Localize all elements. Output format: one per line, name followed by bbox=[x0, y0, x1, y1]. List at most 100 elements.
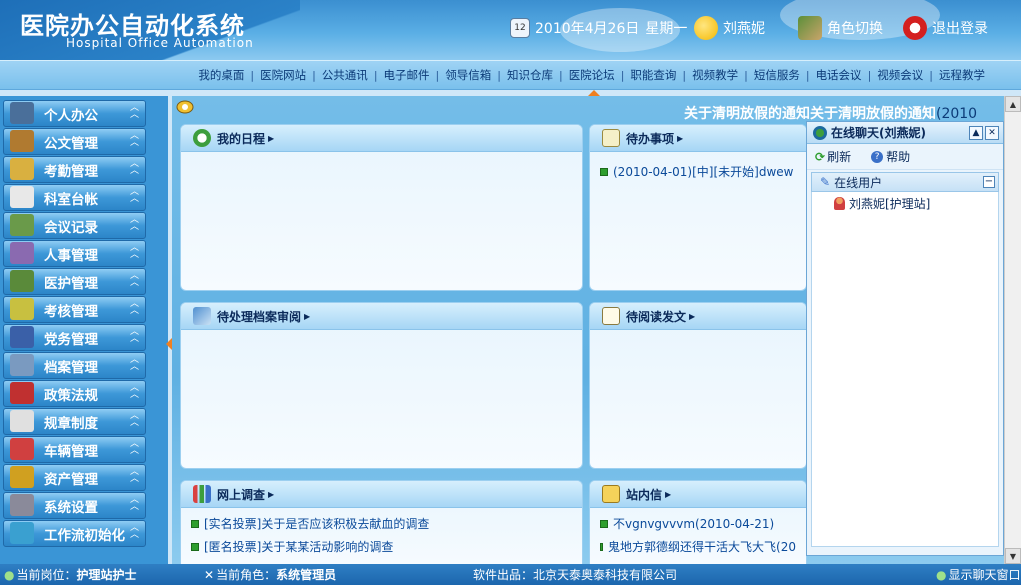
chevron-icon: ︿ ︿ bbox=[129, 439, 139, 456]
page-scrollbar[interactable]: ▲ ▼ bbox=[1004, 96, 1021, 564]
pen-icon: ✎ bbox=[820, 175, 831, 189]
docs-panel-header[interactable]: 待阅读发文 ▶ bbox=[590, 303, 806, 330]
weekday-text: 星期一 bbox=[645, 21, 688, 37]
sidebar-item[interactable]: 医护管理 ︿ ︿ bbox=[3, 268, 146, 295]
nav-link[interactable]: 电话会议 bbox=[816, 67, 862, 83]
sidebar-item[interactable]: 科室台帐 ︿ ︿ bbox=[3, 184, 146, 211]
sidebar-item[interactable]: 个人办公 ︿ ︿ bbox=[3, 100, 146, 127]
schedule-panel-header[interactable]: 我的日程 ▶ bbox=[181, 125, 582, 152]
sidebar-item[interactable]: 党务管理 ︿ ︿ bbox=[3, 324, 146, 351]
inbox-panel-header[interactable]: 站内信 ▶ bbox=[590, 481, 806, 508]
menu-icon bbox=[10, 158, 34, 180]
logout-icon bbox=[903, 16, 927, 40]
list-item[interactable]: (2010-04-01)[中][未开始]dwew bbox=[600, 160, 796, 183]
current-user: 刘燕妮 bbox=[694, 14, 765, 42]
announcement-marquee[interactable]: 关于清明放假的通知关于清明放假的通知(2010 bbox=[684, 103, 998, 123]
nav-link[interactable]: 领导信箱 bbox=[445, 67, 491, 83]
scroll-up-icon[interactable]: ▲ bbox=[1005, 96, 1021, 112]
list-item[interactable]: [匿名投票]关于某某活动影响的调查 bbox=[191, 535, 572, 558]
chevron-icon: ︿ ︿ bbox=[129, 383, 139, 400]
chevron-right-icon: ▶ bbox=[304, 311, 311, 321]
nav-link[interactable]: 视频会议 bbox=[877, 67, 923, 83]
chevron-icon: ︿ ︿ bbox=[129, 215, 139, 232]
menu-icon bbox=[10, 102, 34, 124]
chat-users-icon bbox=[813, 125, 827, 140]
nav-link[interactable]: 电子邮件 bbox=[384, 67, 430, 83]
note-icon bbox=[602, 129, 620, 147]
sidebar-item[interactable]: 工作流初始化 ︿ ︿ bbox=[3, 520, 146, 547]
nav-link[interactable]: 短信服务 bbox=[754, 67, 800, 83]
sidebar-item[interactable]: 规章制度 ︿ ︿ bbox=[3, 408, 146, 435]
sidebar-item[interactable]: 资产管理 ︿ ︿ bbox=[3, 464, 146, 491]
nav-link[interactable]: 医院网站 bbox=[260, 67, 306, 83]
help-label: 帮助 bbox=[886, 150, 911, 164]
chat-title-bar[interactable]: 在线聊天(刘燕妮) ▲ ✕ bbox=[807, 122, 1003, 144]
list-item-text: 不vgnvgvvvm(2010-04-21) bbox=[613, 517, 775, 531]
online-users-label: 在线用户 bbox=[834, 175, 883, 190]
sidebar-item[interactable]: 政策法规 ︿ ︿ bbox=[3, 380, 146, 407]
switch-role-button[interactable]: 角色切换 bbox=[798, 14, 883, 42]
online-user-name: 刘燕妮[护理站] bbox=[849, 197, 931, 211]
menu-icon bbox=[10, 354, 34, 376]
help-button[interactable]: ? 帮助 bbox=[871, 148, 920, 165]
nav-link[interactable]: 远程教学 bbox=[939, 67, 985, 83]
menu-icon bbox=[10, 494, 34, 516]
list-item-text: 鬼地方郭德纲还得干活大飞大飞(20 bbox=[608, 540, 796, 554]
inbox-title: 站内信 bbox=[626, 487, 663, 502]
nav-link[interactable]: 公共通讯 bbox=[322, 67, 368, 83]
show-chat-label: 显示聊天窗口 bbox=[948, 568, 1021, 582]
sidebar-item[interactable]: 公文管理 ︿ ︿ bbox=[3, 128, 146, 155]
nav-link[interactable]: 职能查询 bbox=[630, 67, 676, 83]
sidebar-item[interactable]: 会议记录 ︿ ︿ bbox=[3, 212, 146, 239]
header-banner: 医院办公自动化系统 Hospital Office Automation 12 … bbox=[0, 0, 1021, 60]
sidebar-item-label: 资产管理 bbox=[44, 471, 98, 488]
desk-icon bbox=[176, 100, 194, 114]
todo-panel-header[interactable]: 待办事项 ▶ bbox=[590, 125, 806, 152]
menu-icon bbox=[10, 270, 34, 292]
help-icon: ? bbox=[871, 150, 884, 163]
nav-separator: | bbox=[744, 68, 748, 82]
date-text: 2010年4月26日 bbox=[535, 21, 640, 37]
chevron-icon: ︿ ︿ bbox=[129, 299, 139, 316]
chevron-icon: ︿ ︿ bbox=[129, 327, 139, 344]
close-icon[interactable]: ✕ bbox=[985, 126, 999, 140]
survey-panel: 网上调查 ▶ [实名投票]关于是否应该积极去献血的调查 [匿名投票]关于某某活动影响… bbox=[180, 480, 583, 564]
bullet-icon bbox=[600, 542, 604, 551]
sidebar-item[interactable]: 系统设置 ︿ ︿ bbox=[3, 492, 146, 519]
nav-link[interactable]: 我的桌面 bbox=[198, 67, 244, 83]
nav-link[interactable]: 视频教学 bbox=[692, 67, 738, 83]
date-display: 12 2010年4月26日 星期一 bbox=[510, 14, 687, 42]
nav-link[interactable]: 医院论坛 bbox=[569, 67, 615, 83]
collapse-group-icon[interactable]: − bbox=[983, 176, 995, 188]
survey-panel-header[interactable]: 网上调查 ▶ bbox=[181, 481, 582, 508]
chevron-icon: ︿ ︿ bbox=[129, 411, 139, 428]
sidebar-item[interactable]: 车辆管理 ︿ ︿ bbox=[3, 436, 146, 463]
vendor-text: 软件出品：北京天泰奥泰科技有限公司 bbox=[473, 568, 678, 582]
post-value: 护理站护士 bbox=[76, 568, 137, 582]
todo-list: (2010-04-01)[中][未开始]dwew bbox=[590, 152, 806, 191]
switch-role-label: 角色切换 bbox=[827, 21, 883, 37]
sidebar-item-label: 工作流初始化 bbox=[44, 527, 125, 544]
list-item[interactable]: 不vgnvgvvvm(2010-04-21) bbox=[600, 512, 796, 535]
online-user[interactable]: 刘燕妮[护理站] bbox=[812, 192, 998, 212]
logout-button[interactable]: 退出登录 bbox=[903, 14, 988, 42]
minimize-icon[interactable]: ▲ bbox=[969, 126, 983, 140]
online-users-group[interactable]: ✎ 在线用户 − bbox=[811, 172, 999, 192]
sidebar-item[interactable]: 考勤管理 ︿ ︿ bbox=[3, 156, 146, 183]
sidebar-item-label: 政策法规 bbox=[44, 387, 98, 404]
list-item[interactable]: 鬼地方郭德纲还得干活大飞大飞(20 bbox=[600, 535, 796, 558]
nav-link[interactable]: 知识仓库 bbox=[507, 67, 553, 83]
list-item[interactable]: [实名投票]关于是否应该积极去献血的调查 bbox=[191, 512, 572, 535]
nav-separator: | bbox=[250, 68, 255, 82]
sidebar-item[interactable]: 档案管理 ︿ ︿ bbox=[3, 352, 146, 379]
show-chat-button[interactable]: ● 显示聊天窗口 bbox=[936, 566, 1021, 583]
refresh-button[interactable]: ⟳ 刷新 bbox=[815, 148, 861, 165]
archive-panel-header[interactable]: 待处理档案审阅 ▶ bbox=[181, 303, 582, 330]
sidebar-item[interactable]: 考核管理 ︿ ︿ bbox=[3, 296, 146, 323]
nav-separator: | bbox=[620, 68, 625, 82]
users-icon bbox=[798, 16, 822, 40]
nav-separator: | bbox=[497, 68, 501, 82]
sidebar-item[interactable]: 人事管理 ︿ ︿ bbox=[3, 240, 146, 267]
status-bar: ● 当前岗位： 护理站护士 ✕ 当前角色： 系统管理员 软件出品：北京天泰奥泰科技有… bbox=[0, 564, 1021, 585]
scroll-down-icon[interactable]: ▼ bbox=[1005, 548, 1021, 564]
